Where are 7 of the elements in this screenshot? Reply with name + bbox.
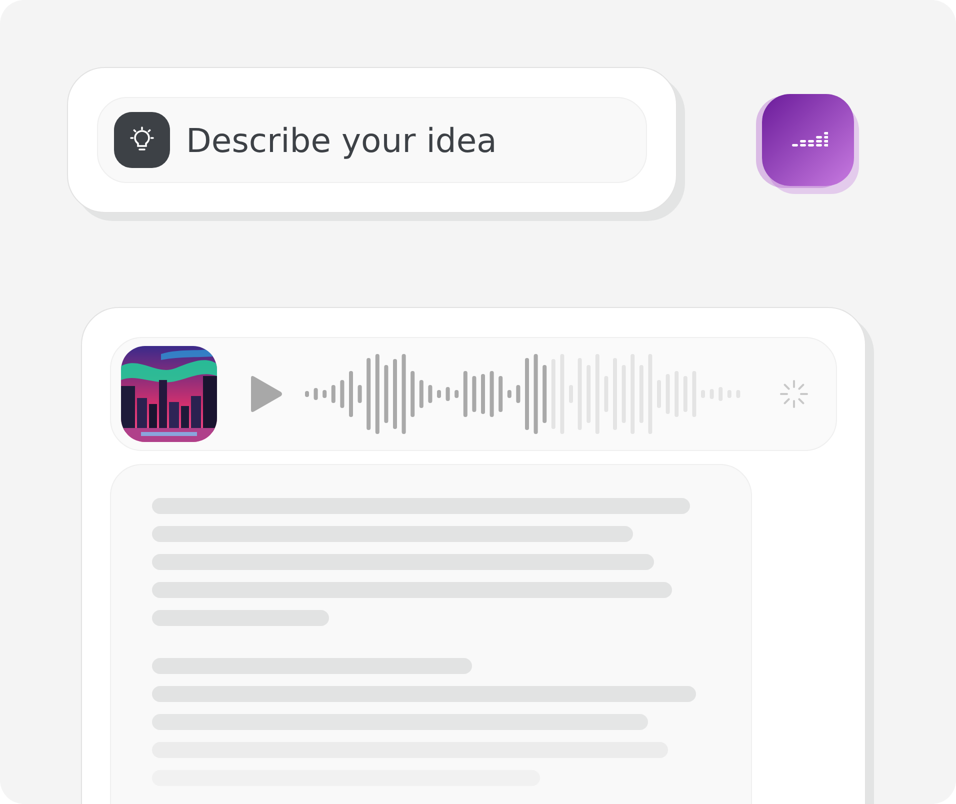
play-icon[interactable] <box>249 375 283 413</box>
loading-spinner-icon <box>779 379 809 409</box>
waveform[interactable] <box>303 352 743 436</box>
prompt-field[interactable]: Describe your idea <box>97 97 647 183</box>
audio-generate-button[interactable] <box>762 94 854 186</box>
lightbulb-icon <box>114 112 170 168</box>
prompt-input[interactable]: Describe your idea <box>186 118 630 162</box>
